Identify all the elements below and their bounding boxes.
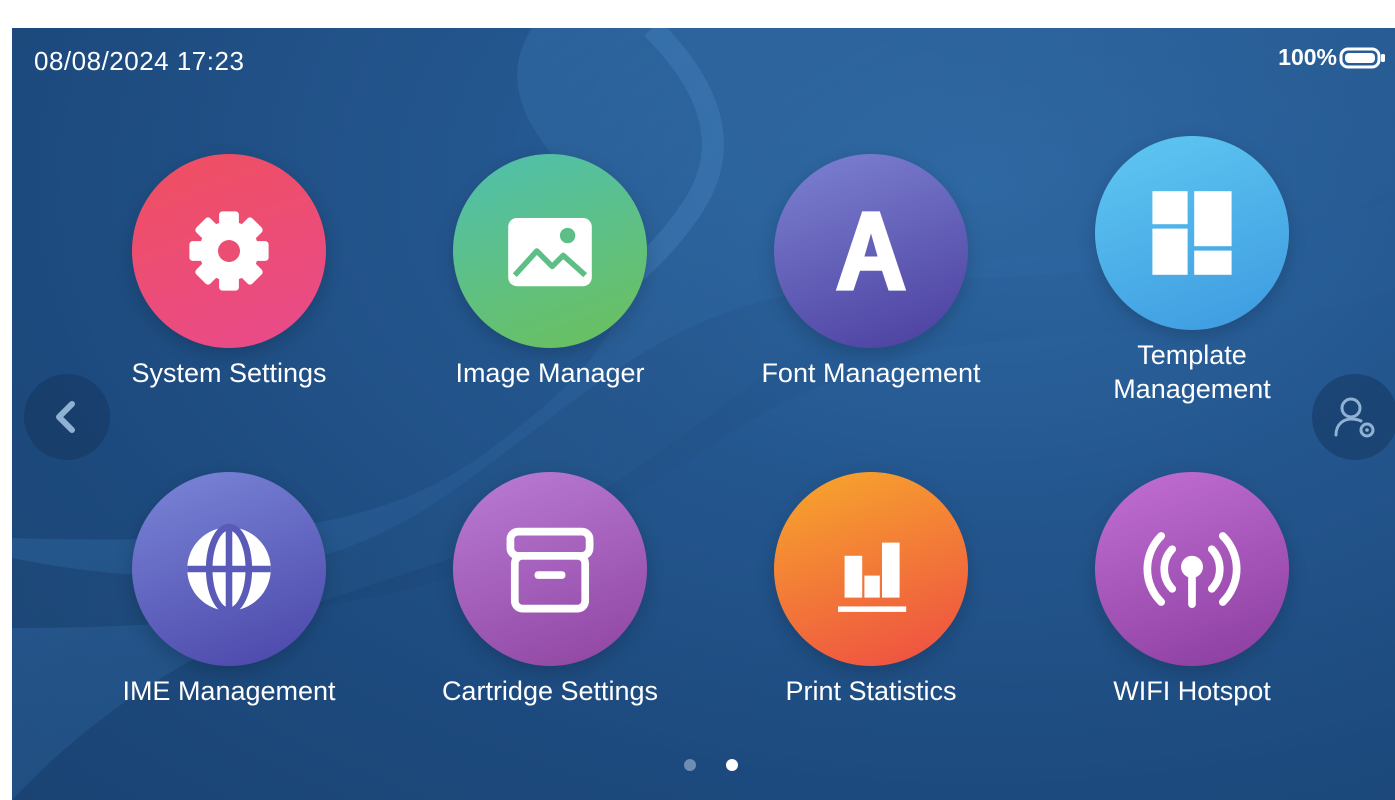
app-font-management[interactable]: Font Management: [741, 154, 1001, 390]
app-label: IME Management: [122, 676, 336, 706]
app-image-manager[interactable]: Image Manager: [420, 154, 680, 390]
app-cartridge-settings[interactable]: Cartridge Settings: [420, 472, 680, 708]
app-ime-management[interactable]: IME Management: [99, 472, 359, 708]
image-icon: [508, 218, 592, 287]
chevron-left-icon: [56, 401, 75, 433]
user-settings-icon: [1334, 397, 1375, 438]
bar-chart-icon: [838, 542, 907, 612]
app-label: Print Statistics: [785, 676, 957, 706]
globe-icon: [187, 523, 271, 615]
user-settings-button[interactable]: [1312, 374, 1395, 460]
app-icon-circle: [132, 154, 326, 348]
status-datetime: 08/08/2024 17:23: [34, 46, 245, 76]
app-icon-circle: [1095, 472, 1289, 666]
page-dot[interactable]: [684, 759, 696, 771]
battery-percent: 100%: [1278, 44, 1337, 70]
app-icon-circle: [453, 154, 647, 348]
box-icon: [506, 527, 594, 613]
app-template-management[interactable]: Template Management: [1062, 136, 1322, 406]
prev-page-button[interactable]: [24, 374, 110, 460]
app-system-settings[interactable]: System Settings: [99, 154, 359, 390]
app-label: Image Manager: [455, 358, 645, 388]
font-letter-icon: [835, 211, 907, 291]
battery-indicator: 100%: [1278, 44, 1387, 71]
app-label: WIFI Hotspot: [1113, 676, 1271, 706]
app-wifi-hotspot[interactable]: WIFI Hotspot: [1062, 472, 1322, 708]
home-screen: 08/08/2024 17:23 100% System Settings Im…: [12, 28, 1395, 800]
app-label: Font Management: [761, 358, 981, 388]
wifi-hotspot-icon: [1143, 532, 1241, 609]
page-indicator: [684, 759, 738, 771]
page-dot[interactable]: [726, 759, 738, 771]
app-print-statistics[interactable]: Print Statistics: [741, 472, 1001, 708]
gear-icon: [189, 211, 269, 291]
app-icon-circle: [774, 472, 968, 666]
battery-icon: [1339, 47, 1385, 68]
app-icon-circle: [1095, 136, 1289, 330]
app-icon-circle: [132, 472, 326, 666]
app-label: Template Management: [1113, 340, 1271, 404]
app-icon-circle: [453, 472, 647, 666]
app-label: Cartridge Settings: [441, 676, 659, 706]
template-grid-icon: [1152, 191, 1232, 275]
app-icon-circle: [774, 154, 968, 348]
app-label: System Settings: [131, 358, 327, 388]
